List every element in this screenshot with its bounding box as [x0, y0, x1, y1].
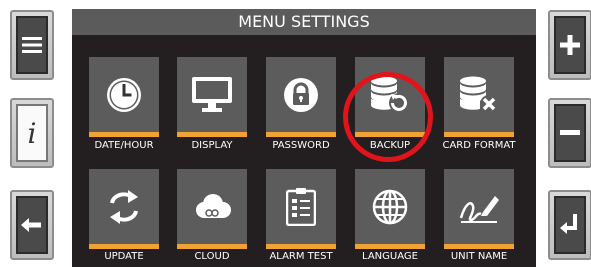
screen-title: MENU SETTINGS [72, 9, 536, 35]
svg-text:i: i [28, 117, 37, 149]
tile-label-card-format: CARD FORMAT [442, 140, 516, 151]
info-button[interactable]: i [10, 98, 54, 168]
tile-label-update: UPDATE [104, 251, 144, 262]
minus-button[interactable] [548, 98, 591, 168]
tile-label-date-hour: DATE/HOUR [94, 140, 154, 151]
tile-label-cloud: CLOUD [194, 251, 230, 262]
tile-label-alarm-test: ALARM TEST [269, 251, 333, 262]
tile-label-backup: BACKUP [369, 140, 411, 151]
monitor-icon [192, 76, 232, 113]
enter-button[interactable] [548, 190, 591, 260]
checklist-icon [286, 187, 316, 226]
minus-icon [554, 104, 586, 162]
signature-icon [459, 190, 499, 224]
card-format-button[interactable] [444, 57, 514, 137]
backup-button[interactable] [355, 57, 425, 137]
tile-label-language: LANGUAGE [362, 251, 418, 262]
cloud-icon [192, 193, 232, 220]
globe-icon [371, 188, 409, 226]
plus-icon [554, 16, 586, 74]
date-hour-button[interactable] [89, 57, 159, 137]
enter-return-icon [554, 196, 586, 254]
lock-icon [283, 77, 319, 113]
menu-button[interactable] [10, 10, 54, 80]
tile-label-unit-name: UNIT NAME [450, 251, 508, 262]
hamburger-menu-icon [16, 16, 48, 74]
language-button[interactable] [355, 169, 425, 249]
tile-label-display: DISPLAY [191, 140, 233, 151]
update-button[interactable] [89, 169, 159, 249]
info-icon: i [16, 104, 48, 162]
display-button[interactable] [177, 57, 247, 137]
database-restore-icon [370, 76, 410, 114]
tile-label-password: PASSWORD [272, 140, 330, 151]
alarm-test-button[interactable] [266, 169, 336, 249]
cloud-button[interactable] [177, 169, 247, 249]
arrow-left-icon [16, 196, 48, 254]
refresh-icon [108, 189, 140, 225]
password-button[interactable] [266, 57, 336, 137]
back-button[interactable] [10, 190, 54, 260]
database-delete-icon [459, 76, 499, 114]
menu-screen: MENU SETTINGS DATE/HOUR DISPLAY PASSWORD… [72, 9, 536, 267]
unit-name-button[interactable] [444, 169, 514, 249]
clock-icon [105, 76, 143, 114]
plus-button[interactable] [548, 10, 591, 80]
